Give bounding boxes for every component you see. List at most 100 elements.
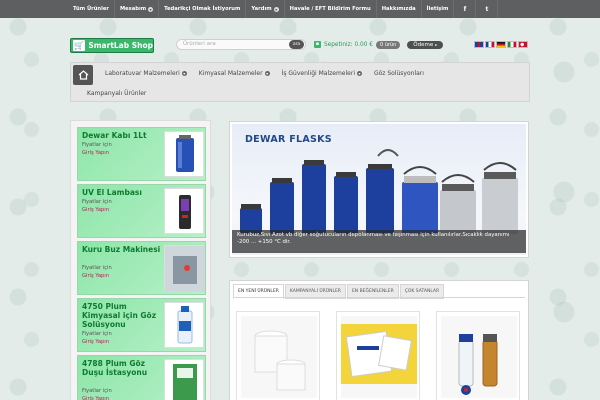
promo-price-label: Fiyatlar için bbox=[82, 331, 112, 337]
promo-card[interactable]: Dewar Kabı 1Lt Fiyatlar için Giriş Yapın bbox=[77, 127, 206, 181]
language-flags bbox=[474, 41, 528, 48]
vials-image bbox=[458, 334, 498, 395]
chevron-down-icon: ▾ bbox=[181, 70, 187, 76]
chevron-down-icon: ▾ bbox=[264, 70, 270, 76]
arrow-right-icon: ▸ bbox=[435, 42, 438, 47]
labels-image bbox=[341, 324, 417, 384]
eye-solution-bottle-image bbox=[177, 306, 193, 344]
site-logo[interactable]: 🛒 SmartLab Shop bbox=[70, 38, 154, 53]
promo-login-link[interactable]: Giriş Yapın bbox=[82, 396, 109, 400]
flag-uk-icon[interactable] bbox=[474, 41, 484, 48]
category-row-primary: Laboratuvar Malzemeleri ▾ Kimyasal Malzem… bbox=[99, 63, 430, 83]
home-icon bbox=[78, 70, 88, 80]
flag-de-icon[interactable] bbox=[496, 41, 506, 48]
promo-price-label: Fiyatlar için bbox=[82, 388, 112, 394]
promo-sidebar: Dewar Kabı 1Lt Fiyatlar için Giriş Yapın… bbox=[70, 120, 211, 400]
nav-label: Tedarikçi Olmak İstiyorum bbox=[164, 6, 241, 12]
uv-lamp-image bbox=[179, 195, 191, 229]
hero-slider[interactable]: DEWAR FLASKS Kurubuz,Sıvı Azot vb diğer … bbox=[229, 121, 529, 258]
nav-label: Tüm Ürünler bbox=[73, 6, 109, 12]
promo-title[interactable]: Kuru Buz Makinesi bbox=[82, 245, 162, 254]
category-label: Laboratuvar Malzemeleri bbox=[105, 69, 180, 77]
topnav-all-products[interactable]: Tüm Ürünler bbox=[68, 0, 115, 18]
search-input[interactable]: Ürünleri ara bbox=[176, 39, 306, 50]
flag-tr-icon[interactable] bbox=[518, 41, 528, 48]
nav-label: Yardım bbox=[251, 6, 272, 12]
facebook-icon[interactable]: f bbox=[454, 0, 477, 18]
promo-login-link[interactable]: Giriş Yapın bbox=[82, 150, 109, 156]
promo-title[interactable]: UV El Lambası bbox=[82, 188, 162, 197]
category-label: Kampanyalı Ürünler bbox=[87, 89, 147, 97]
shopping-cart-icon: 🛒 bbox=[73, 40, 86, 51]
product-card[interactable] bbox=[336, 311, 420, 400]
promo-card[interactable]: 4788 Plum Göz Duşu İstasyonu Fiyatlar iç… bbox=[77, 355, 206, 400]
category-row-secondary: Kampanyalı Ürünler bbox=[81, 85, 152, 101]
top-navigation-bar: Tüm Ürünler Mesabım ▾ Tedarikçi Olmak İst… bbox=[0, 0, 600, 18]
promo-image[interactable] bbox=[164, 359, 204, 400]
nav-label: İletişim bbox=[426, 6, 449, 12]
product-tabs-panel: EN YENİ ÜRÜNLER KAMPANYALI ÜRÜNLER EN BE… bbox=[229, 280, 529, 400]
top-nav-list: Tüm Ürünler Mesabım ▾ Tedarikçi Olmak İst… bbox=[68, 0, 455, 18]
category-label: İş Güvenliği Malzemeleri bbox=[281, 69, 355, 77]
topnav-help[interactable]: Yardım ▾ bbox=[246, 0, 285, 18]
white-jar-image bbox=[254, 330, 306, 391]
dry-ice-machine-image bbox=[165, 246, 205, 292]
category-campaign-products[interactable]: Kampanyalı Ürünler bbox=[81, 90, 152, 97]
topnav-contact[interactable]: İletişim bbox=[422, 0, 455, 18]
chevron-down-icon: ▾ bbox=[148, 6, 154, 12]
promo-image[interactable] bbox=[164, 131, 204, 177]
topnav-transfer-form[interactable]: Havale / EFT Bildirim Formu bbox=[285, 0, 377, 18]
site-header: 🛒 SmartLab Shop Ürünleri ara ara ▪ Sepet… bbox=[0, 30, 600, 60]
product-card[interactable] bbox=[436, 311, 520, 400]
search-button[interactable]: ara bbox=[289, 40, 304, 49]
nav-label: Mesabım bbox=[119, 6, 147, 12]
promo-card[interactable]: 4750 Plum Kimyasal için Göz Solüsyonu Fi… bbox=[77, 298, 206, 352]
cart-total[interactable]: Sepetiniz: 0.00 € bbox=[324, 42, 373, 48]
promo-image[interactable] bbox=[164, 188, 204, 234]
category-safety[interactable]: İş Güvenliği Malzemeleri ▾ bbox=[276, 70, 368, 77]
social-links: f t bbox=[454, 0, 499, 18]
cart-summary: ▪ Sepetiniz: 0.00 € 0 ürün Ödeme ▸ bbox=[314, 38, 444, 51]
flag-it-icon[interactable] bbox=[507, 41, 517, 48]
promo-card[interactable]: UV El Lambası Fiyatlar için Giriş Yapın bbox=[77, 184, 206, 238]
category-label: Göz Solüsyonları bbox=[373, 69, 424, 77]
cart-count-badge[interactable]: 0 ürün bbox=[375, 40, 401, 49]
promo-price-label: Fiyatlar için bbox=[82, 142, 112, 148]
cart-icon: ▪ bbox=[314, 41, 321, 48]
promo-price-label: Fiyatlar için bbox=[82, 265, 112, 271]
promo-price-label: Fiyatlar için bbox=[82, 199, 112, 205]
promo-title[interactable]: 4788 Plum Göz Duşu İstasyonu bbox=[82, 359, 162, 377]
nav-label: Havale / EFT Bildirim Formu bbox=[289, 6, 371, 12]
product-image[interactable] bbox=[241, 316, 317, 398]
flag-fr-icon[interactable] bbox=[485, 41, 495, 48]
topnav-account[interactable]: Mesabım ▾ bbox=[115, 0, 160, 18]
checkout-button[interactable]: Ödeme ▸ bbox=[407, 40, 444, 49]
promo-title[interactable]: 4750 Plum Kimyasal için Göz Solüsyonu bbox=[82, 302, 162, 329]
promo-login-link[interactable]: Giriş Yapın bbox=[82, 339, 109, 345]
topnav-become-supplier[interactable]: Tedarikçi Olmak İstiyorum bbox=[159, 0, 247, 18]
twitter-icon[interactable]: t bbox=[476, 0, 499, 18]
promo-login-link[interactable]: Giriş Yapın bbox=[82, 207, 109, 213]
tabs-divider bbox=[233, 297, 525, 298]
product-image[interactable] bbox=[441, 316, 517, 398]
chevron-down-icon: ▾ bbox=[273, 6, 279, 12]
home-button[interactable] bbox=[73, 65, 93, 85]
promo-login-link[interactable]: Giriş Yapın bbox=[82, 273, 109, 279]
product-card[interactable] bbox=[236, 311, 320, 400]
checkout-label: Ödeme bbox=[413, 41, 434, 48]
category-label: Kimyasal Malzemeler bbox=[198, 69, 263, 77]
category-lab-supplies[interactable]: Laboratuvar Malzemeleri ▾ bbox=[99, 70, 193, 77]
category-eye-solutions[interactable]: Göz Solüsyonları bbox=[368, 70, 430, 77]
product-image[interactable] bbox=[341, 316, 417, 398]
promo-image[interactable] bbox=[164, 245, 205, 292]
promo-card[interactable]: Kuru Buz Makinesi Fiyatlar için Giriş Ya… bbox=[77, 241, 206, 295]
topnav-about[interactable]: Hakkımızda bbox=[377, 0, 422, 18]
slide-caption: Kurubuz,Sıvı Azot vb diğer soğutucuların… bbox=[232, 230, 526, 253]
nav-label: Hakkımızda bbox=[381, 6, 416, 12]
slide[interactable]: DEWAR FLASKS Kurubuz,Sıvı Azot vb diğer … bbox=[232, 124, 526, 255]
promo-title[interactable]: Dewar Kabı 1Lt bbox=[82, 131, 162, 140]
logo-text: SmartLab Shop bbox=[88, 41, 153, 50]
dewar-flask-image bbox=[176, 135, 194, 172]
category-chemicals[interactable]: Kimyasal Malzemeler ▾ bbox=[193, 70, 276, 77]
promo-image[interactable] bbox=[164, 302, 204, 348]
